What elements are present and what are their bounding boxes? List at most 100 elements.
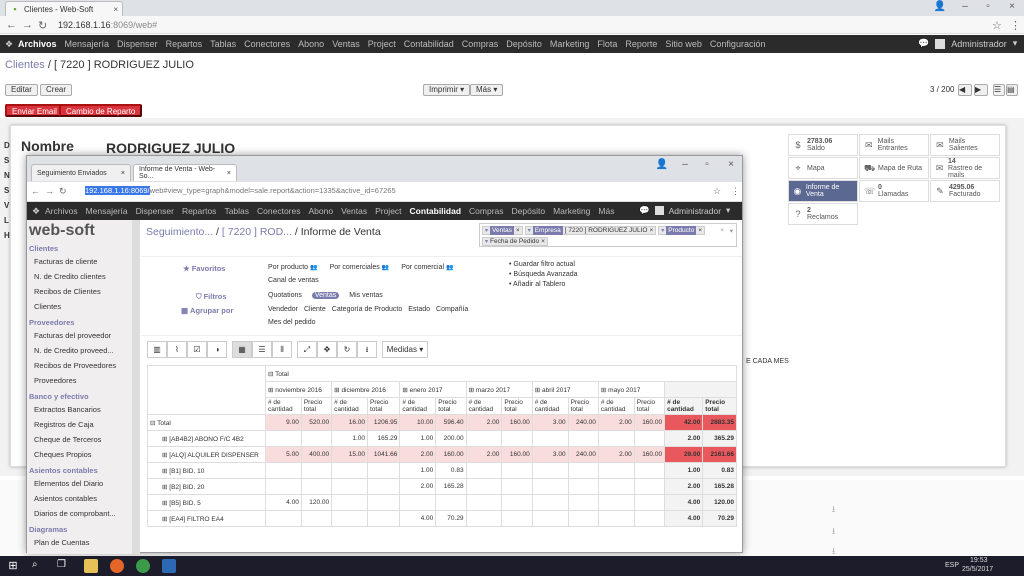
menu-item[interactable]: Abono (294, 39, 328, 49)
agrupar-item[interactable]: Categoría de Producto (332, 306, 402, 313)
favoritos-item[interactable]: Por comerciales (330, 264, 380, 271)
pivot-month-header[interactable]: ⊞ diciembre 2016 (331, 381, 401, 398)
popup-url-field[interactable]: 192.168.1.16:8069/web#view_type=graph&mo… (85, 186, 705, 195)
chat-icon[interactable]: 💬 (639, 205, 650, 216)
reload-icon[interactable]: ↻ (59, 186, 67, 197)
agrupar-item[interactable]: Estado (408, 306, 430, 313)
search-facet[interactable]: ▾ Producto × (658, 226, 706, 235)
form-view-icon[interactable]: ▤ (1006, 84, 1018, 96)
measure-header[interactable]: Precio total (702, 397, 737, 415)
search-facet[interactable]: ▾ Empresa[ 7220 ] RODRIGUEZ JULIO × (524, 226, 657, 235)
sidebar-item[interactable]: Cheque de Terceros (27, 432, 140, 447)
url-field[interactable]: 192.168.1.16:8069/web# (58, 18, 988, 32)
download-icon[interactable]: ⭳ (832, 524, 835, 540)
flip-axis-icon[interactable]: ⤢ (297, 341, 317, 358)
popup-tab-2[interactable]: Informe de Venta - Web-So... × (133, 164, 237, 181)
download-icon[interactable]: ⭳ (357, 341, 377, 358)
prev-icon[interactable]: ◀ (958, 84, 972, 96)
search-facet[interactable]: ▾ Ventas × (482, 226, 523, 235)
menu-item[interactable]: Configuración (706, 39, 770, 49)
save-option[interactable]: • Búsqueda Avanzada (509, 270, 578, 280)
download-icon[interactable]: ⭳ (832, 502, 835, 518)
forward-icon[interactable]: → (22, 19, 33, 31)
profile-icon[interactable]: 👤 (652, 158, 672, 172)
measure-header[interactable]: # de cantidad (331, 397, 368, 415)
menu-item[interactable]: Repartos (162, 39, 207, 49)
pivot-icon[interactable]: ▦ (232, 341, 252, 358)
pivot-month-header[interactable]: ⊞ abril 2017 (531, 381, 599, 398)
reload-icon[interactable]: ↻ (38, 19, 47, 32)
menu-item[interactable]: Sitio web (661, 39, 706, 49)
star-icon[interactable]: ☆ (713, 186, 721, 197)
app-icon[interactable] (162, 559, 176, 573)
kebab-menu-icon[interactable]: ⋮ (731, 186, 740, 197)
user-menu[interactable]: Administrador (951, 39, 1007, 49)
agrupar-item[interactable]: Compañía (436, 306, 468, 313)
sidebar-item[interactable]: Facturas del proveedor (27, 328, 140, 343)
sidebar-item[interactable]: N. de Credito clientes (27, 269, 140, 284)
breadcrumb-parent[interactable]: Clientes (5, 59, 45, 71)
menu-item[interactable]: Contabilidad (400, 39, 458, 49)
sidebar-scrollbar[interactable] (132, 220, 140, 554)
minimize-icon[interactable]: – (675, 158, 695, 172)
refresh-icon[interactable]: ↻ (337, 341, 357, 358)
search-clear-icon[interactable]: × (720, 227, 724, 234)
measure-header[interactable]: Precio total (366, 397, 401, 415)
pie-chart-icon[interactable]: ◑ (207, 341, 227, 358)
columns-icon[interactable]: ⫴ (272, 341, 292, 358)
search-icon[interactable]: ⌕ (32, 559, 46, 573)
close-icon[interactable]: × (541, 237, 545, 246)
agrupar-item[interactable]: Cliente (304, 306, 326, 313)
row-header[interactable]: ⊞ [B2] BID. 20 (147, 478, 266, 495)
sidebar-item[interactable]: Plan de Cuentas (27, 535, 140, 550)
agrupar-item[interactable]: Vendedor (268, 306, 298, 313)
menu-item[interactable]: Project (371, 206, 405, 216)
menu-item[interactable]: Conectores (253, 206, 304, 216)
close-icon[interactable]: × (649, 226, 653, 235)
pivot-col-total[interactable]: ⊟ Total (265, 365, 737, 382)
profile-icon[interactable]: 👤 (930, 0, 950, 14)
measure-header[interactable]: Precio total (501, 397, 533, 415)
menu-item[interactable]: Mensajería (61, 39, 114, 49)
pivot-month-header[interactable]: ⊞ noviembre 2016 (264, 381, 333, 398)
apps-icon[interactable]: ❖ (31, 206, 41, 216)
more-button[interactable]: Más ▾ (470, 84, 504, 96)
menu-item[interactable]: Reporte (621, 39, 661, 49)
menu-item[interactable]: Archivos (14, 39, 61, 49)
popup-tab-1[interactable]: Seguimiento Enviados × (31, 164, 131, 181)
favoritos-item[interactable]: Por producto (268, 264, 308, 271)
pivot-month-header[interactable]: ⊞ enero 2017 (399, 381, 467, 398)
measures-dropdown[interactable]: Medidas ▾ (382, 341, 428, 358)
clock-time[interactable]: 19:53 (970, 557, 988, 564)
list-icon[interactable]: ☰ (252, 341, 272, 358)
send-email-button[interactable]: Enviar Email (5, 104, 64, 117)
menu-item[interactable]: Contabilidad (406, 206, 465, 216)
edit-button[interactable]: Editar (5, 84, 38, 96)
expand-icon[interactable]: ✥ (317, 341, 337, 358)
measure-header[interactable]: Precio total (300, 397, 333, 415)
chevron-down-icon[interactable]: ▾ (730, 227, 733, 235)
change-route-button[interactable]: Cambio de Reparto (59, 104, 143, 117)
sidebar-item[interactable]: Facturas de cliente (27, 254, 140, 269)
agrupar-item[interactable]: Mes del pedido (268, 319, 315, 326)
menu-item[interactable]: Project (364, 39, 400, 49)
pivot-month-header[interactable]: ⊞ marzo 2017 (465, 381, 533, 398)
kebab-menu-icon[interactable]: ⋮ (1010, 19, 1021, 32)
measure-header[interactable]: # de cantidad (265, 397, 302, 415)
smart-button[interactable]: ✉ Mails Salientes (930, 134, 1000, 156)
language-indicator[interactable]: ESP (945, 562, 959, 569)
smart-button[interactable]: ✉ 14 Rastreo de mails (930, 157, 1000, 179)
menu-item[interactable]: Tablas (206, 39, 240, 49)
clock-date[interactable]: 25/5/2017 (962, 566, 993, 573)
folder-icon[interactable] (84, 559, 98, 573)
menu-item[interactable]: Compras (458, 39, 503, 49)
menu-item[interactable]: Mensajería (82, 206, 132, 216)
sidebar-item[interactable]: Extractos Bancarios (27, 402, 140, 417)
popup-user-menu[interactable]: Administrador (669, 206, 721, 216)
row-header[interactable]: ⊞ [AB4B2] ABONO F/C 4B2 (147, 430, 266, 447)
row-header[interactable]: ⊞ [EA4] FILTRO EA4 (147, 510, 266, 527)
menu-item[interactable]: Compras (465, 206, 507, 216)
menu-item[interactable]: Dispenser (132, 206, 178, 216)
smart-button[interactable]: ⛟ Mapa de Ruta (859, 157, 929, 179)
sidebar-item[interactable]: Elementos del Diario (27, 476, 140, 491)
